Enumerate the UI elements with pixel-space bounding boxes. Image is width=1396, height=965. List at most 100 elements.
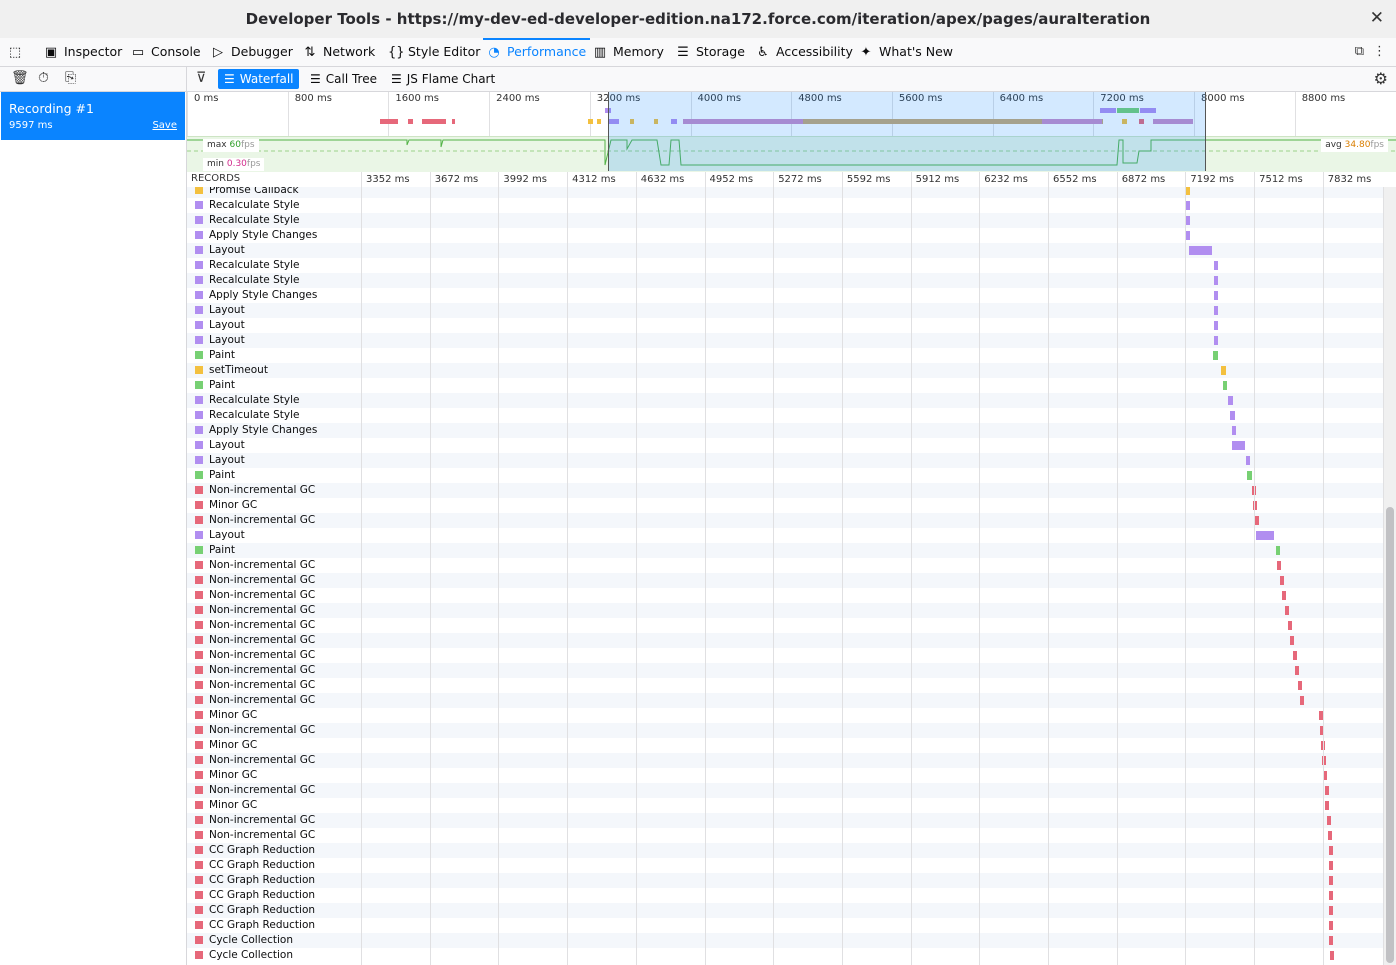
record-bar[interactable] — [1185, 216, 1190, 225]
record-bar[interactable] — [1320, 741, 1325, 750]
record-bar[interactable] — [1185, 201, 1190, 210]
waterfall-row[interactable]: Layout — [187, 453, 1383, 468]
record-bar[interactable] — [1256, 531, 1275, 540]
waterfall-row[interactable]: Paint — [187, 543, 1383, 558]
tab-network[interactable]: ⇅ Network — [303, 38, 376, 66]
waterfall-row[interactable]: Non-incremental GC — [187, 588, 1383, 603]
waterfall-row[interactable]: Layout — [187, 438, 1383, 453]
record-bar[interactable] — [1327, 816, 1332, 825]
record-bar[interactable] — [1329, 936, 1334, 945]
waterfall-row[interactable]: Non-incremental GC — [187, 693, 1383, 708]
record-bar[interactable] — [1213, 351, 1218, 360]
record-bar[interactable] — [1282, 591, 1287, 600]
tab-debugger[interactable]: ▷ Debugger — [211, 38, 293, 66]
waterfall-row[interactable]: Recalculate Style — [187, 408, 1383, 423]
waterfall-row[interactable]: Minor GC — [187, 798, 1383, 813]
record-bar[interactable] — [1290, 636, 1295, 645]
waterfall-row[interactable]: Non-incremental GC — [187, 648, 1383, 663]
trash-icon[interactable]: 🗑 — [11, 70, 29, 86]
waterfall-row[interactable]: Recalculate Style — [187, 393, 1383, 408]
waterfall-row[interactable]: Promise Callback — [187, 187, 1383, 198]
record-bar[interactable] — [1329, 876, 1334, 885]
record-bar[interactable] — [1323, 771, 1328, 780]
waterfall-row[interactable]: Minor GC — [187, 708, 1383, 723]
record-bar[interactable] — [1322, 756, 1327, 765]
waterfall-row[interactable]: Paint — [187, 468, 1383, 483]
waterfall-row[interactable]: Cycle Collection — [187, 933, 1383, 948]
waterfall-row[interactable]: setTimeout — [187, 363, 1383, 378]
record-bar[interactable] — [1228, 396, 1233, 405]
element-picker-icon[interactable]: ⬚ — [8, 38, 28, 66]
waterfall-row[interactable]: Apply Style Changes — [187, 288, 1383, 303]
save-link[interactable]: Save — [152, 120, 177, 131]
waterfall-row[interactable]: CC Graph Reduction — [187, 843, 1383, 858]
record-bar[interactable] — [1318, 711, 1323, 720]
tab-whats-new[interactable]: ✦ What's New — [859, 38, 953, 66]
record-bar[interactable] — [1325, 801, 1330, 810]
close-icon[interactable]: ✕ — [1370, 8, 1384, 28]
tab-storage[interactable]: ☰ Storage — [676, 38, 745, 66]
waterfall-row[interactable]: Non-incremental GC — [187, 783, 1383, 798]
scrollbar-thumb[interactable] — [1386, 507, 1394, 963]
record-bar[interactable] — [1328, 831, 1333, 840]
record-bar[interactable] — [1319, 726, 1324, 735]
record-bar[interactable] — [1185, 187, 1190, 195]
record-bar[interactable] — [1252, 501, 1257, 510]
record-bar[interactable] — [1279, 576, 1284, 585]
waterfall-row[interactable]: Non-incremental GC — [187, 573, 1383, 588]
waterfall-row[interactable]: Layout — [187, 528, 1383, 543]
waterfall-row[interactable]: Apply Style Changes — [187, 423, 1383, 438]
record-bar[interactable] — [1295, 666, 1300, 675]
waterfall-row[interactable]: Non-incremental GC — [187, 558, 1383, 573]
waterfall-row[interactable]: Non-incremental GC — [187, 723, 1383, 738]
record-bar[interactable] — [1213, 336, 1219, 345]
record-bar[interactable] — [1330, 951, 1335, 960]
record-bar[interactable] — [1230, 411, 1235, 420]
more-menu-icon[interactable]: ⋮ — [1373, 44, 1386, 59]
record-bar[interactable] — [1287, 621, 1292, 630]
waterfall-row[interactable]: Minor GC — [187, 738, 1383, 753]
record-bar[interactable] — [1292, 651, 1297, 660]
waterfall-row[interactable]: Apply Style Changes — [187, 228, 1383, 243]
selection-range[interactable] — [608, 92, 1206, 171]
record-bar[interactable] — [1189, 246, 1212, 255]
waterfall-row[interactable]: Recalculate Style — [187, 213, 1383, 228]
tab-console[interactable]: ▭ Console — [131, 38, 201, 66]
tab-style-editor[interactable]: {} Style Editor — [388, 38, 480, 66]
waterfall-row[interactable]: Cycle Collection — [187, 948, 1383, 963]
dock-icon[interactable]: ⧉ — [1355, 44, 1364, 59]
stopwatch-icon[interactable]: ⏱ — [38, 70, 49, 86]
record-bar[interactable] — [1328, 846, 1333, 855]
record-bar[interactable] — [1324, 786, 1329, 795]
record-bar[interactable] — [1275, 546, 1280, 555]
waterfall-row[interactable]: Non-incremental GC — [187, 483, 1383, 498]
waterfall-row[interactable]: Paint — [187, 378, 1383, 393]
waterfall-row[interactable]: Recalculate Style — [187, 258, 1383, 273]
waterfall-row[interactable]: Non-incremental GC — [187, 603, 1383, 618]
record-bar[interactable] — [1213, 291, 1219, 300]
record-bar[interactable] — [1329, 906, 1334, 915]
record-bar[interactable] — [1254, 516, 1259, 525]
waterfall-row[interactable]: CC Graph Reduction — [187, 858, 1383, 873]
record-bar[interactable] — [1221, 366, 1226, 375]
waterfall-row[interactable]: Layout — [187, 303, 1383, 318]
record-bar[interactable] — [1247, 471, 1252, 480]
tab-performance[interactable]: ◔ Performance — [483, 38, 591, 68]
record-bar[interactable] — [1222, 381, 1227, 390]
tab-js-flame-chart[interactable]: ☰ JS Flame Chart — [385, 69, 501, 89]
waterfall-row[interactable]: Recalculate Style — [187, 273, 1383, 288]
waterfall-row[interactable]: Non-incremental GC — [187, 618, 1383, 633]
record-bar[interactable] — [1329, 891, 1334, 900]
tab-waterfall[interactable]: ☰ Waterfall — [218, 69, 300, 89]
record-bar[interactable] — [1285, 606, 1289, 615]
waterfall-row[interactable]: Non-incremental GC — [187, 513, 1383, 528]
record-bar[interactable] — [1213, 276, 1219, 285]
record-bar[interactable] — [1232, 426, 1237, 435]
record-bar[interactable] — [1232, 441, 1246, 450]
waterfall-row[interactable]: Layout — [187, 318, 1383, 333]
waterfall-row[interactable]: Non-incremental GC — [187, 678, 1383, 693]
waterfall-row[interactable]: Non-incremental GC — [187, 753, 1383, 768]
tab-memory[interactable]: ▥ Memory — [593, 38, 664, 66]
tab-inspector[interactable]: ▣ Inspector — [44, 38, 122, 66]
record-bar[interactable] — [1185, 231, 1190, 240]
